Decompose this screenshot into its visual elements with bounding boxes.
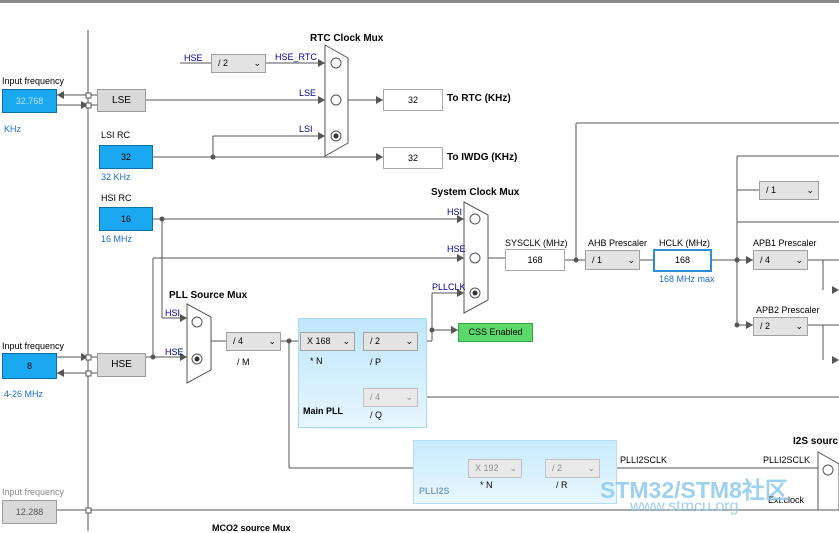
top-divider-dropdown[interactable]: / 1 ⌄: [759, 181, 819, 200]
pll-q-value: / 4: [370, 392, 381, 402]
hse-input-field[interactable]: 8: [2, 353, 57, 379]
plli2s-title: PLLI2S: [419, 486, 450, 496]
pll-p-value: / 2: [370, 336, 381, 346]
rtc-mux-title: RTC Clock Mux: [310, 33, 384, 44]
lse-input-label: Input frequency: [2, 76, 65, 86]
pll-n-label: * N: [310, 356, 323, 366]
plli2s-n-label: * N: [480, 480, 493, 490]
hse-input-range: 4-26 MHz: [4, 389, 44, 399]
chevron-down-icon: ⌄: [806, 185, 814, 195]
lse-block[interactable]: LSE: [97, 89, 146, 112]
rtc-hse-label: HSE: [184, 53, 203, 63]
pll-q-dropdown[interactable]: / 4 ⌄: [363, 388, 418, 407]
rtc-lse-label: LSE: [299, 88, 317, 98]
chevron-down-icon: ⌄: [342, 336, 350, 346]
sysclk-value[interactable]: 168: [505, 249, 565, 271]
apb2-prescaler-value: / 2: [760, 321, 771, 331]
plli2sclk-label-2: PLLI2SCLK: [763, 455, 811, 465]
sys-mux-hse-label: HSE: [447, 244, 466, 254]
rtc-hse-rtc-label: HSE_RTC: [275, 52, 317, 62]
pll-n-dropdown[interactable]: X 168 ⌄: [300, 332, 355, 351]
hclk-max: 168 MHz max: [659, 274, 715, 284]
apb1-prescaler-value: / 4: [760, 255, 771, 265]
top-divider-value: / 1: [766, 185, 777, 195]
plli2s-n-dropdown[interactable]: X 192 ⌄: [468, 459, 522, 478]
rtc-output-label: To RTC (KHz): [447, 93, 511, 104]
hclk-value[interactable]: 168: [653, 249, 712, 272]
rtc-lsi-label: LSI: [299, 124, 313, 134]
ahb-prescaler-label: AHB Prescaler: [588, 238, 648, 248]
plli2s-n-value: X 192: [475, 463, 499, 473]
i2s-mux-title: I2S sourc: [793, 436, 839, 447]
chevron-down-icon: ⌄: [405, 336, 413, 346]
system-mux-title: System Clock Mux: [431, 187, 520, 198]
lsi-rc-label: LSI RC: [101, 130, 131, 140]
pll-q-label: / Q: [370, 410, 383, 420]
plli2s-r-dropdown[interactable]: / 2 ⌄: [545, 459, 600, 478]
watermark-url: www.stmcu.org: [630, 498, 739, 515]
hsi-rc-unit: 16 MHz: [101, 234, 133, 244]
lse-input-unit: KHz: [4, 124, 22, 134]
sysclk-label: SYSCLK (MHz): [505, 238, 568, 248]
pll-p-dropdown[interactable]: / 2 ⌄: [363, 332, 418, 351]
apb2-prescaler-label: APB2 Prescaler: [756, 305, 820, 315]
hsi-rc-value[interactable]: 16: [99, 207, 153, 231]
css-enabled-button[interactable]: CSS Enabled: [458, 323, 533, 342]
ahb-prescaler-value: / 1: [592, 255, 603, 265]
hclk-label: HCLK (MHz): [659, 238, 710, 248]
chevron-down-icon: ⌄: [268, 336, 276, 346]
chevron-down-icon: ⌄: [405, 392, 413, 402]
pll-src-hsi-label: HSI: [165, 308, 181, 318]
pll-src-hse-label: HSE: [165, 347, 184, 357]
pll-source-mux-title: PLL Source Mux: [169, 290, 248, 301]
rtc-hse-divider-dropdown[interactable]: / 2 ⌄: [211, 54, 266, 73]
chevron-down-icon: ⌄: [795, 321, 803, 331]
chevron-down-icon: ⌄: [627, 255, 635, 265]
ext-input-label: Input frequency: [2, 487, 65, 497]
apb2-prescaler-dropdown[interactable]: / 2 ⌄: [753, 317, 808, 336]
rtc-hse-divider-value: / 2: [218, 58, 229, 68]
hsi-rc-label: HSI RC: [101, 193, 132, 203]
mco2-mux-title: MCO2 source Mux: [212, 523, 291, 533]
rtc-output-value[interactable]: 32: [383, 89, 443, 111]
chevron-down-icon: ⌄: [587, 463, 595, 473]
chevron-down-icon: ⌄: [795, 255, 803, 265]
apb1-prescaler-dropdown[interactable]: / 4 ⌄: [753, 250, 808, 270]
sys-mux-hsi-label: HSI: [447, 207, 463, 217]
iwdg-output-value[interactable]: 32: [383, 147, 443, 169]
plli2s-r-value: / 2: [552, 463, 563, 473]
ahb-prescaler-dropdown[interactable]: / 1 ⌄: [585, 250, 640, 270]
lsi-rc-value[interactable]: 32: [99, 145, 153, 169]
pll-p-label: / P: [370, 357, 382, 367]
hse-block[interactable]: HSE: [97, 353, 146, 377]
plli2sclk-label: PLLI2SCLK: [620, 455, 668, 465]
pll-m-label: / M: [237, 357, 250, 367]
pll-m-value: / 4: [233, 336, 244, 346]
pll-n-value: X 168: [307, 336, 331, 346]
chevron-down-icon: ⌄: [253, 58, 261, 68]
pll-m-dropdown[interactable]: / 4 ⌄: [226, 332, 281, 351]
lsi-rc-unit: 32 KHz: [101, 172, 131, 182]
hse-input-label: Input frequency: [2, 341, 65, 351]
iwdg-output-label: To IWDG (KHz): [447, 152, 518, 163]
chevron-down-icon: ⌄: [509, 463, 517, 473]
main-pll-title: Main PLL: [303, 406, 343, 416]
lse-input-field[interactable]: 32.768: [2, 89, 57, 113]
plli2s-r-label: / R: [556, 480, 568, 490]
apb1-prescaler-label: APB1 Prescaler: [753, 238, 817, 248]
ext-input-field[interactable]: 12.288: [2, 500, 57, 524]
sys-mux-pllclk-label: PLLCLK: [432, 282, 466, 292]
